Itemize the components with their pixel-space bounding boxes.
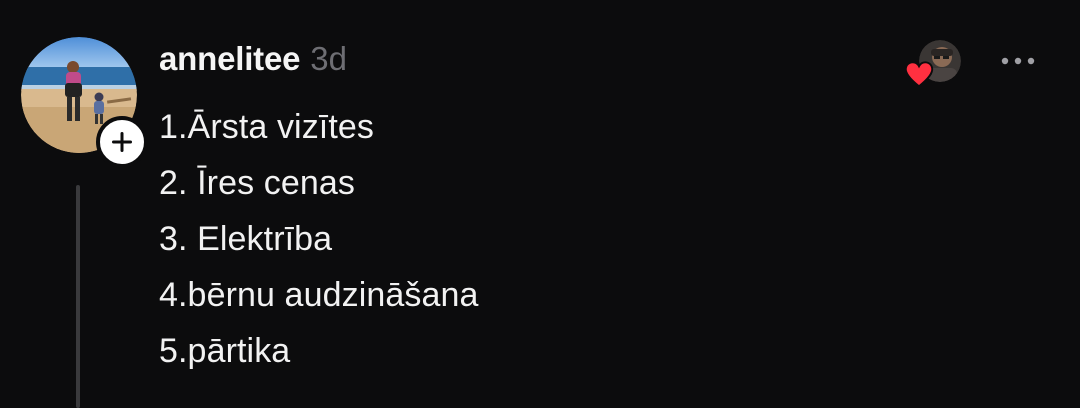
post-header: annelitee 3d xyxy=(159,40,347,84)
content-line: 4.bērnu audzināšana xyxy=(159,276,479,314)
liked-by-indicator[interactable] xyxy=(904,38,964,90)
thread-post: annelitee 3d 1.Ārsta vizītes 2. Īres cen… xyxy=(0,0,1080,408)
heart-icon xyxy=(904,61,934,88)
timestamp: 3d xyxy=(310,40,347,77)
content-line: 3. Elektrība xyxy=(159,220,333,258)
more-horizontal-icon xyxy=(1001,57,1035,65)
thread-line xyxy=(76,185,80,408)
post-content: 1.Ārsta vizītes 2. Īres cenas 3. Elektrī… xyxy=(159,99,859,379)
content-line: 5.pārtika xyxy=(159,332,291,370)
content-line: 2. Īres cenas xyxy=(159,164,355,202)
follow-button[interactable] xyxy=(96,116,148,168)
more-options-button[interactable] xyxy=(994,44,1042,78)
plus-icon xyxy=(112,132,132,152)
author-avatar-container xyxy=(21,37,148,168)
username[interactable]: annelitee xyxy=(159,40,300,78)
content-line: 1.Ārsta vizītes xyxy=(159,108,375,146)
